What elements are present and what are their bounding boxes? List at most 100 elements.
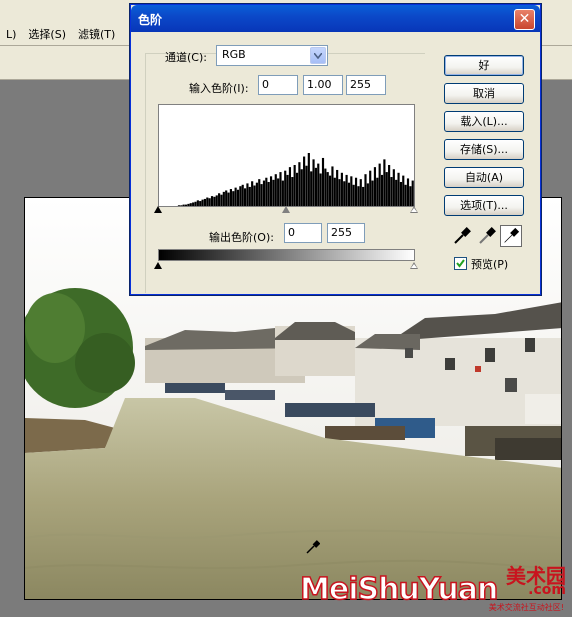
white-eyedropper-icon[interactable] bbox=[500, 225, 522, 247]
histogram-bar bbox=[279, 172, 282, 206]
histogram-bar bbox=[300, 169, 303, 206]
input-gamma-field[interactable]: 1.00 bbox=[303, 75, 343, 95]
histogram-bar bbox=[203, 198, 207, 206]
histogram-bar bbox=[395, 179, 398, 206]
histogram-bar bbox=[359, 179, 362, 206]
histogram-bar bbox=[182, 204, 185, 206]
histogram-bar bbox=[251, 181, 254, 206]
histogram-bar bbox=[269, 176, 273, 206]
histogram-bar bbox=[378, 163, 381, 206]
gray-eyedropper-icon[interactable] bbox=[476, 225, 498, 247]
histogram-bar bbox=[397, 172, 400, 206]
eyedropper-cursor-icon bbox=[306, 540, 321, 557]
output-black-field[interactable]: 0 bbox=[284, 223, 322, 243]
histogram-bar bbox=[206, 197, 209, 206]
channel-select[interactable]: RGB bbox=[216, 45, 328, 66]
histogram-bar bbox=[267, 181, 270, 206]
histogram-bar bbox=[329, 175, 332, 206]
histogram-bar bbox=[312, 159, 315, 206]
input-gamma-slider[interactable] bbox=[282, 206, 290, 213]
load-button[interactable]: 载入(L)... bbox=[444, 111, 524, 132]
histogram-bar bbox=[215, 195, 218, 206]
histogram-bar bbox=[350, 176, 353, 206]
histogram-bar bbox=[411, 180, 414, 206]
histogram-bar bbox=[194, 201, 197, 206]
histogram-bar bbox=[347, 182, 351, 206]
preview-checkbox[interactable] bbox=[454, 257, 467, 270]
histogram-bar bbox=[373, 167, 377, 206]
input-black-field[interactable]: 0 bbox=[258, 75, 298, 95]
options-button[interactable]: 选项(T)... bbox=[444, 195, 524, 216]
histogram-bar bbox=[298, 162, 301, 206]
histogram-bar bbox=[326, 172, 329, 206]
histogram-bar bbox=[354, 177, 358, 206]
histogram bbox=[158, 104, 415, 207]
site-watermark: MeiShuYuan 美术园 .com 美术交流社互动社区! bbox=[298, 560, 572, 617]
histogram-bar bbox=[244, 188, 247, 206]
histogram-bar bbox=[390, 177, 393, 206]
histogram-bar bbox=[307, 153, 310, 206]
output-gradient-bar bbox=[158, 249, 415, 261]
chevron-down-icon[interactable] bbox=[310, 47, 326, 64]
output-black-slider[interactable] bbox=[154, 262, 162, 269]
histogram-bar bbox=[399, 181, 402, 206]
histogram-bar bbox=[286, 174, 289, 206]
histogram-bar bbox=[234, 187, 237, 206]
histogram-bar bbox=[303, 156, 306, 206]
histogram-bar bbox=[208, 198, 211, 206]
histogram-bar bbox=[236, 189, 240, 206]
histogram-bar bbox=[180, 205, 183, 206]
histogram-bar bbox=[310, 171, 313, 206]
histogram-bar bbox=[262, 180, 266, 206]
histogram-bar bbox=[383, 159, 386, 206]
input-levels-label: 输入色阶(I): bbox=[189, 82, 249, 95]
output-white-field[interactable]: 255 bbox=[327, 223, 365, 243]
histogram-bar bbox=[364, 174, 367, 206]
histogram-bar bbox=[345, 174, 348, 206]
input-white-field[interactable]: 255 bbox=[346, 75, 386, 95]
histogram-bar bbox=[201, 199, 204, 206]
black-eyedropper-icon[interactable] bbox=[451, 225, 473, 247]
input-white-slider[interactable] bbox=[410, 206, 418, 213]
auto-button[interactable]: 自动(A) bbox=[444, 167, 524, 188]
histogram-bar bbox=[258, 179, 261, 206]
histogram-bar bbox=[371, 180, 374, 206]
output-white-slider[interactable] bbox=[410, 262, 418, 269]
histogram-bar bbox=[343, 181, 346, 206]
save-button[interactable]: 存储(S)... bbox=[444, 139, 524, 160]
menu-item-filter[interactable]: 滤镜(T) bbox=[72, 24, 121, 46]
histogram-bar bbox=[222, 191, 225, 206]
input-black-slider[interactable] bbox=[154, 206, 162, 213]
histogram-bar bbox=[295, 172, 299, 206]
histogram-bar bbox=[357, 186, 360, 206]
histogram-bar bbox=[220, 194, 223, 206]
dialog-title: 色阶 bbox=[138, 13, 163, 27]
histogram-bar bbox=[277, 178, 280, 206]
histogram-bar bbox=[213, 196, 216, 206]
channel-label: 通道(C): bbox=[165, 51, 207, 64]
histogram-bar bbox=[402, 175, 405, 206]
close-button[interactable]: ✕ bbox=[514, 9, 535, 30]
histogram-plot bbox=[177, 153, 414, 206]
histogram-bar bbox=[187, 203, 190, 206]
histogram-bar bbox=[196, 200, 199, 206]
histogram-bar bbox=[305, 165, 308, 206]
histogram-bar bbox=[227, 192, 230, 206]
histogram-bar bbox=[380, 174, 384, 206]
histogram-bar bbox=[352, 184, 355, 206]
histogram-bar bbox=[177, 205, 181, 206]
histogram-bar bbox=[246, 183, 249, 206]
watermark-main-text: MeiShuYuan bbox=[299, 571, 499, 608]
histogram-bar bbox=[314, 167, 317, 206]
cancel-button[interactable]: 取消 bbox=[444, 83, 524, 104]
ok-button[interactable]: 好 bbox=[444, 55, 524, 76]
watermark-com-text: .com bbox=[528, 582, 566, 598]
histogram-bar bbox=[336, 169, 339, 206]
histogram-bar bbox=[362, 186, 365, 206]
dialog-titlebar[interactable]: 色阶 ✕ bbox=[131, 5, 540, 32]
histogram-bar bbox=[317, 163, 320, 206]
menu-item-partial[interactable]: L) bbox=[0, 24, 22, 46]
histogram-bar bbox=[331, 166, 334, 206]
histogram-bar bbox=[274, 174, 277, 206]
menu-item-select[interactable]: 选择(S) bbox=[22, 24, 72, 46]
